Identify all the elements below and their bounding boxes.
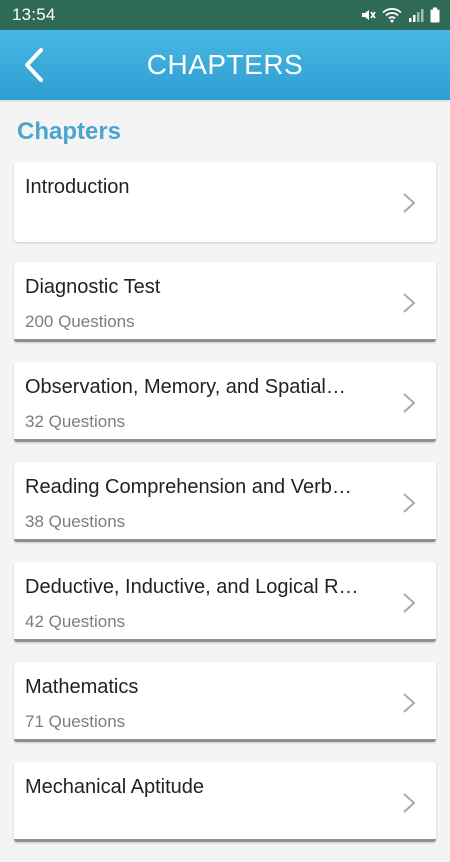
- chapter-card-reading-comprehension[interactable]: Reading Comprehension and Verb… 38 Quest…: [14, 462, 436, 542]
- chapter-list: Introduction Diagnostic Test 200 Questio…: [14, 162, 436, 862]
- chapter-title: Deductive, Inductive, and Logical R…: [25, 576, 359, 598]
- mute-icon: [362, 10, 376, 20]
- question-count: 32 Questions: [25, 412, 126, 431]
- chevron-right-icon: [403, 193, 416, 213]
- chapter-card-deductive-inductive[interactable]: Deductive, Inductive, and Logical R… 42 …: [14, 562, 436, 642]
- section-heading: Chapters: [17, 118, 122, 145]
- chapter-title: Observation, Memory, and Spatial…: [25, 376, 346, 398]
- chapter-card-introduction[interactable]: Introduction: [14, 162, 436, 242]
- page-title: CHAPTERS: [146, 49, 304, 80]
- question-count: 200 Questions: [25, 312, 135, 331]
- chapter-card-diagnostic-test[interactable]: Diagnostic Test 200 Questions: [14, 262, 436, 342]
- battery-icon: [430, 7, 440, 23]
- question-count: 38 Questions: [25, 512, 126, 531]
- question-count: 42 Questions: [25, 612, 126, 631]
- chevron-right-icon: [403, 293, 416, 313]
- chevron-right-icon: [403, 393, 416, 413]
- chapter-title: Reading Comprehension and Verb…: [25, 476, 352, 498]
- question-count: 71 Questions: [25, 712, 126, 731]
- back-button[interactable]: [16, 47, 52, 83]
- wifi-icon: [382, 8, 402, 23]
- chapter-title: Mechanical Aptitude: [25, 776, 205, 798]
- status-time: 13:54: [12, 5, 56, 24]
- chevron-right-icon: [403, 593, 416, 613]
- chapter-card-mathematics[interactable]: Mathematics 71 Questions: [14, 662, 436, 742]
- signal-icon: [409, 9, 424, 22]
- chapter-card-observation-memory[interactable]: Observation, Memory, and Spatial… 32 Que…: [14, 362, 436, 442]
- chevron-right-icon: [403, 693, 416, 713]
- chevron-right-icon: [403, 793, 416, 813]
- chevron-left-icon: [25, 48, 43, 82]
- chevron-right-icon: [403, 493, 416, 513]
- chapter-card-mechanical-aptitude[interactable]: Mechanical Aptitude: [14, 762, 436, 842]
- app-bar: CHAPTERS: [0, 30, 450, 100]
- status-bar: 13:54: [0, 0, 450, 30]
- chapter-title: Mathematics: [25, 676, 139, 698]
- status-icons: [360, 7, 440, 23]
- chapter-title: Introduction: [25, 176, 130, 198]
- chapter-title: Diagnostic Test: [25, 276, 161, 298]
